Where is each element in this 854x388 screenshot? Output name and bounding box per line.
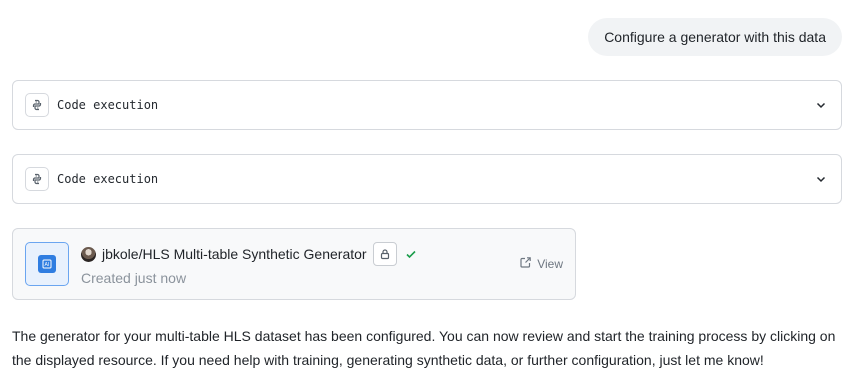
- user-message-bubble: Configure a generator with this data: [588, 18, 842, 56]
- generator-icon: AI: [25, 242, 69, 286]
- lock-icon[interactable]: [372, 242, 397, 266]
- code-execution-label: Code execution: [57, 98, 159, 112]
- view-link[interactable]: View: [519, 256, 563, 272]
- assistant-message: The generator for your multi-table HLS d…: [12, 328, 836, 368]
- code-execution-icon: [25, 167, 49, 191]
- code-execution-block[interactable]: Code execution: [12, 80, 842, 130]
- generator-resource-card[interactable]: AI jbkole/HLS Multi-table Synthetic Gene…: [12, 228, 576, 300]
- check-icon: [405, 247, 419, 261]
- user-message-text: Configure a generator with this data: [604, 29, 826, 45]
- view-label: View: [537, 257, 563, 271]
- chevron-down-icon[interactable]: [813, 97, 829, 113]
- avatar: [81, 246, 96, 262]
- chevron-down-icon[interactable]: [813, 171, 829, 187]
- external-link-icon: [519, 256, 532, 272]
- svg-text:AI: AI: [45, 262, 50, 268]
- resource-subtitle: Created just now: [81, 270, 187, 286]
- code-execution-label: Code execution: [57, 172, 159, 186]
- resource-title: jbkole/HLS Multi-table Synthetic Generat…: [102, 246, 367, 262]
- code-execution-icon: [25, 93, 49, 117]
- code-execution-block[interactable]: Code execution: [12, 154, 842, 204]
